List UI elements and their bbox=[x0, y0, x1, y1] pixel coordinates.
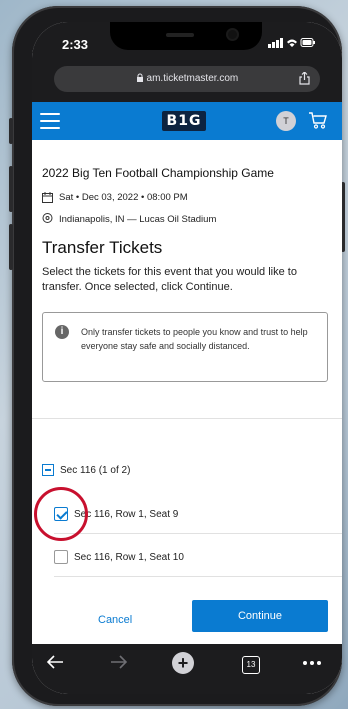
event-title: 2022 Big Ten Football Championship Game bbox=[42, 166, 274, 180]
section-label: Sec 116 (1 of 2) bbox=[60, 464, 131, 476]
front-camera bbox=[228, 30, 237, 39]
app-header: B1G T bbox=[32, 102, 342, 140]
seat-checkbox-checked[interactable] bbox=[54, 507, 68, 521]
safety-notice-text: Only transfer tickets to people you know… bbox=[81, 327, 308, 351]
signal-wifi-battery-icon bbox=[268, 37, 316, 51]
status-time: 2:33 bbox=[62, 37, 89, 52]
mute-switch bbox=[9, 118, 13, 144]
seat-divider bbox=[54, 533, 342, 534]
location-pin-icon bbox=[42, 213, 53, 223]
cart-icon[interactable] bbox=[308, 110, 328, 130]
divider bbox=[32, 418, 342, 419]
phone-frame: 2:33 am.ticketmaster.com B1G T 2022 Big … bbox=[9, 6, 345, 706]
back-arrow-icon[interactable] bbox=[46, 654, 64, 675]
section-header[interactable]: Sec 116 (1 of 2) bbox=[42, 464, 130, 476]
forward-arrow-icon[interactable] bbox=[110, 654, 128, 675]
menu-icon[interactable] bbox=[40, 113, 60, 134]
status-bar: 2:33 bbox=[32, 22, 342, 58]
volume-up-button bbox=[9, 166, 13, 212]
avatar[interactable]: T bbox=[276, 111, 296, 131]
seat-row[interactable]: Sec 116, Row 1, Seat 9 bbox=[54, 507, 178, 521]
event-location: Indianapolis, IN — Lucas Oil Stadium bbox=[59, 213, 217, 225]
seat-divider bbox=[54, 576, 342, 577]
more-options-icon[interactable] bbox=[302, 650, 322, 671]
url-bar[interactable]: am.ticketmaster.com bbox=[54, 66, 320, 92]
info-icon: i bbox=[55, 325, 69, 339]
seat-label: Sec 116, Row 1, Seat 10 bbox=[74, 551, 184, 563]
transfer-description: Select the tickets for this event that y… bbox=[42, 266, 297, 293]
phone-screen: 2:33 am.ticketmaster.com B1G T 2022 Big … bbox=[32, 22, 342, 694]
collapse-icon[interactable] bbox=[42, 464, 54, 476]
tabs-count-icon[interactable]: 13 bbox=[242, 656, 260, 674]
speaker bbox=[166, 33, 194, 37]
event-location-row: Indianapolis, IN — Lucas Oil Stadium bbox=[42, 213, 216, 225]
volume-down-button bbox=[9, 224, 13, 270]
continue-button[interactable]: Continue bbox=[192, 600, 328, 632]
seat-row[interactable]: Sec 116, Row 1, Seat 10 bbox=[54, 550, 184, 564]
cancel-button[interactable]: Cancel bbox=[98, 614, 132, 626]
event-date: Sat • Dec 03, 2022 • 08:00 PM bbox=[59, 192, 188, 203]
browser-toolbar: + 13 bbox=[32, 644, 342, 694]
new-tab-plus-icon[interactable]: + bbox=[172, 652, 194, 674]
share-icon[interactable] bbox=[299, 66, 310, 92]
notch bbox=[110, 22, 262, 50]
seat-checkbox[interactable] bbox=[54, 550, 68, 564]
safety-notice: i Only transfer tickets to people you kn… bbox=[42, 312, 328, 382]
browser-address-area: am.ticketmaster.com bbox=[32, 58, 342, 102]
calendar-icon bbox=[42, 192, 53, 203]
seat-label: Sec 116, Row 1, Seat 9 bbox=[74, 508, 179, 520]
page-title: Transfer Tickets bbox=[42, 238, 163, 257]
lock-icon bbox=[136, 73, 147, 84]
big-ten-logo[interactable]: B1G bbox=[162, 111, 206, 131]
url-text: am.ticketmaster.com bbox=[146, 73, 239, 84]
event-date-row: Sat • Dec 03, 2022 • 08:00 PM bbox=[42, 192, 188, 203]
